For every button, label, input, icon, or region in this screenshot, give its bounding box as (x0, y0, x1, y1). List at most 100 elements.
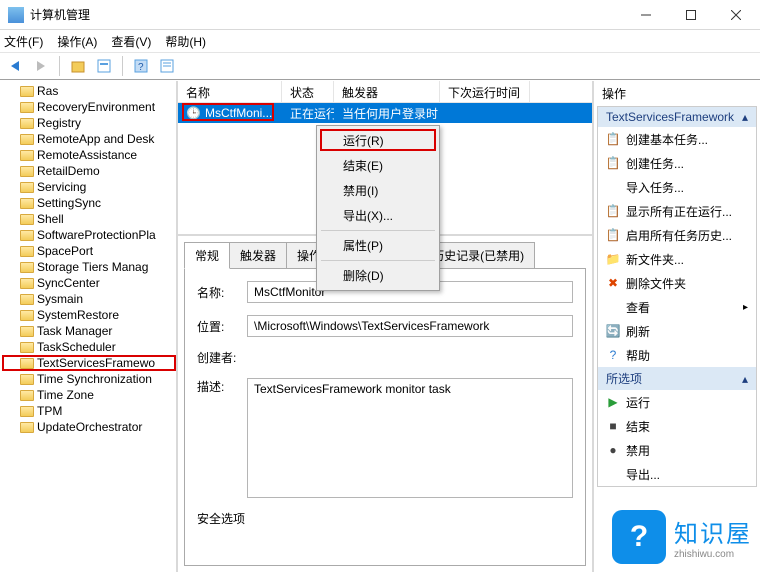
action-icon: 📋 (606, 156, 620, 170)
col-trigger[interactable]: 触发器 (334, 81, 440, 102)
cm-disable[interactable]: 禁用(I) (319, 178, 437, 203)
folder-icon (20, 326, 34, 337)
folder-icon (20, 278, 34, 289)
tab-general[interactable]: 常规 (184, 242, 230, 269)
chevron-up-icon: ▴ (742, 372, 748, 386)
folder-icon (20, 310, 34, 321)
properties-icon[interactable] (156, 55, 178, 77)
folder-icon (20, 198, 34, 209)
security-title: 安全选项 (197, 510, 573, 527)
folder-icon (20, 166, 34, 177)
tree-item[interactable]: TextServicesFramewo (2, 355, 176, 371)
col-next[interactable]: 下次运行时间 (440, 81, 530, 102)
tree-item[interactable]: Shell (2, 211, 176, 227)
folder-icon (20, 214, 34, 225)
action-item[interactable]: ●禁用 (598, 438, 756, 462)
actions-section-1[interactable]: TextServicesFramework▴ (598, 107, 756, 127)
up-button[interactable] (67, 55, 89, 77)
action-item[interactable]: 📋创建任务... (598, 151, 756, 175)
action-item[interactable]: 📋创建基本任务... (598, 127, 756, 151)
actions-header: 操作 (594, 81, 760, 106)
menu-view[interactable]: 查看(V) (111, 33, 151, 50)
action-icon: ● (606, 443, 620, 457)
tree-item[interactable]: Storage Tiers Manag (2, 259, 176, 275)
folder-icon (20, 374, 34, 385)
folder-icon (20, 422, 34, 433)
tree-item[interactable]: Ras (2, 83, 176, 99)
folder-icon (20, 358, 34, 369)
tree-item[interactable]: Time Zone (2, 387, 176, 403)
action-item[interactable]: 查看 (598, 295, 756, 319)
minimize-button[interactable] (623, 1, 668, 29)
col-name[interactable]: 名称 (178, 81, 282, 102)
action-item[interactable]: ✖删除文件夹 (598, 271, 756, 295)
action-item[interactable]: 导入任务... (598, 175, 756, 199)
folder-icon (20, 230, 34, 241)
refresh-icon[interactable] (93, 55, 115, 77)
tree-panel: RasRecoveryEnvironmentRegistryRemoteApp … (0, 81, 178, 572)
cm-props[interactable]: 属性(P) (319, 233, 437, 258)
tree-item[interactable]: RecoveryEnvironment (2, 99, 176, 115)
close-button[interactable] (713, 1, 758, 29)
action-icon: 📋 (606, 228, 620, 242)
action-item[interactable]: 📋启用所有任务历史... (598, 223, 756, 247)
task-row[interactable]: 🕒MsCtfMoni... 正在运行 当任何用户登录时 (178, 103, 592, 123)
folder-icon (20, 262, 34, 273)
creator-label: 创建者: (197, 349, 239, 366)
tree-item[interactable]: SyncCenter (2, 275, 176, 291)
action-item[interactable]: 导出... (598, 462, 756, 486)
tree-item[interactable]: Sysmain (2, 291, 176, 307)
tree-item[interactable]: Task Manager (2, 323, 176, 339)
menu-file[interactable]: 文件(F) (4, 33, 43, 50)
cm-export[interactable]: 导出(X)... (319, 203, 437, 228)
folder-icon (20, 86, 34, 97)
action-icon: 🔄 (606, 324, 620, 338)
action-item[interactable]: ■结束 (598, 414, 756, 438)
tree-item[interactable]: Time Synchronization (2, 371, 176, 387)
loc-field: \Microsoft\Windows\TextServicesFramework (247, 315, 573, 337)
maximize-button[interactable] (668, 1, 713, 29)
folder-icon (20, 246, 34, 257)
action-item[interactable]: ?帮助 (598, 343, 756, 367)
actions-panel: 操作 TextServicesFramework▴ 📋创建基本任务...📋创建任… (594, 81, 760, 572)
clock-icon: 🕒 (186, 106, 201, 120)
action-item[interactable]: 📋显示所有正在运行... (598, 199, 756, 223)
tree-item[interactable]: SystemRestore (2, 307, 176, 323)
action-icon (606, 180, 620, 194)
watermark: ? 知识屋 zhishiwu.com (612, 510, 752, 564)
tree-item[interactable]: Registry (2, 115, 176, 131)
tree-item[interactable]: TPM (2, 403, 176, 419)
tree-item[interactable]: RemoteAssistance (2, 147, 176, 163)
tree-item[interactable]: TaskScheduler (2, 339, 176, 355)
action-item[interactable]: 🔄刷新 (598, 319, 756, 343)
cm-delete[interactable]: 删除(D) (319, 263, 437, 288)
menu-help[interactable]: 帮助(H) (165, 33, 206, 50)
back-button[interactable] (4, 55, 26, 77)
folder-icon (20, 134, 34, 145)
tree-item[interactable]: SoftwareProtectionPla (2, 227, 176, 243)
tree-item[interactable]: RetailDemo (2, 163, 176, 179)
action-icon: 📋 (606, 132, 620, 146)
cm-end[interactable]: 结束(E) (319, 153, 437, 178)
tree-item[interactable]: RemoteApp and Desk (2, 131, 176, 147)
action-icon: ▶ (606, 395, 620, 409)
tree-item[interactable]: SettingSync (2, 195, 176, 211)
action-item[interactable]: ▶运行 (598, 390, 756, 414)
action-icon: 📁 (606, 252, 620, 266)
action-icon (606, 300, 620, 314)
action-icon (606, 467, 620, 481)
folder-icon (20, 294, 34, 305)
desc-field[interactable]: TextServicesFramework monitor task (247, 378, 573, 498)
tab-triggers[interactable]: 触发器 (229, 242, 287, 269)
help-icon[interactable]: ? (130, 55, 152, 77)
app-icon (8, 7, 24, 23)
menu-action[interactable]: 操作(A) (57, 33, 97, 50)
tree-item[interactable]: UpdateOrchestrator (2, 419, 176, 435)
forward-button[interactable] (30, 55, 52, 77)
actions-section-2[interactable]: 所选项▴ (598, 367, 756, 390)
action-item[interactable]: 📁新文件夹... (598, 247, 756, 271)
tree-item[interactable]: SpacePort (2, 243, 176, 259)
tree-item[interactable]: Servicing (2, 179, 176, 195)
col-state[interactable]: 状态 (282, 81, 334, 102)
name-label: 名称: (197, 284, 239, 301)
